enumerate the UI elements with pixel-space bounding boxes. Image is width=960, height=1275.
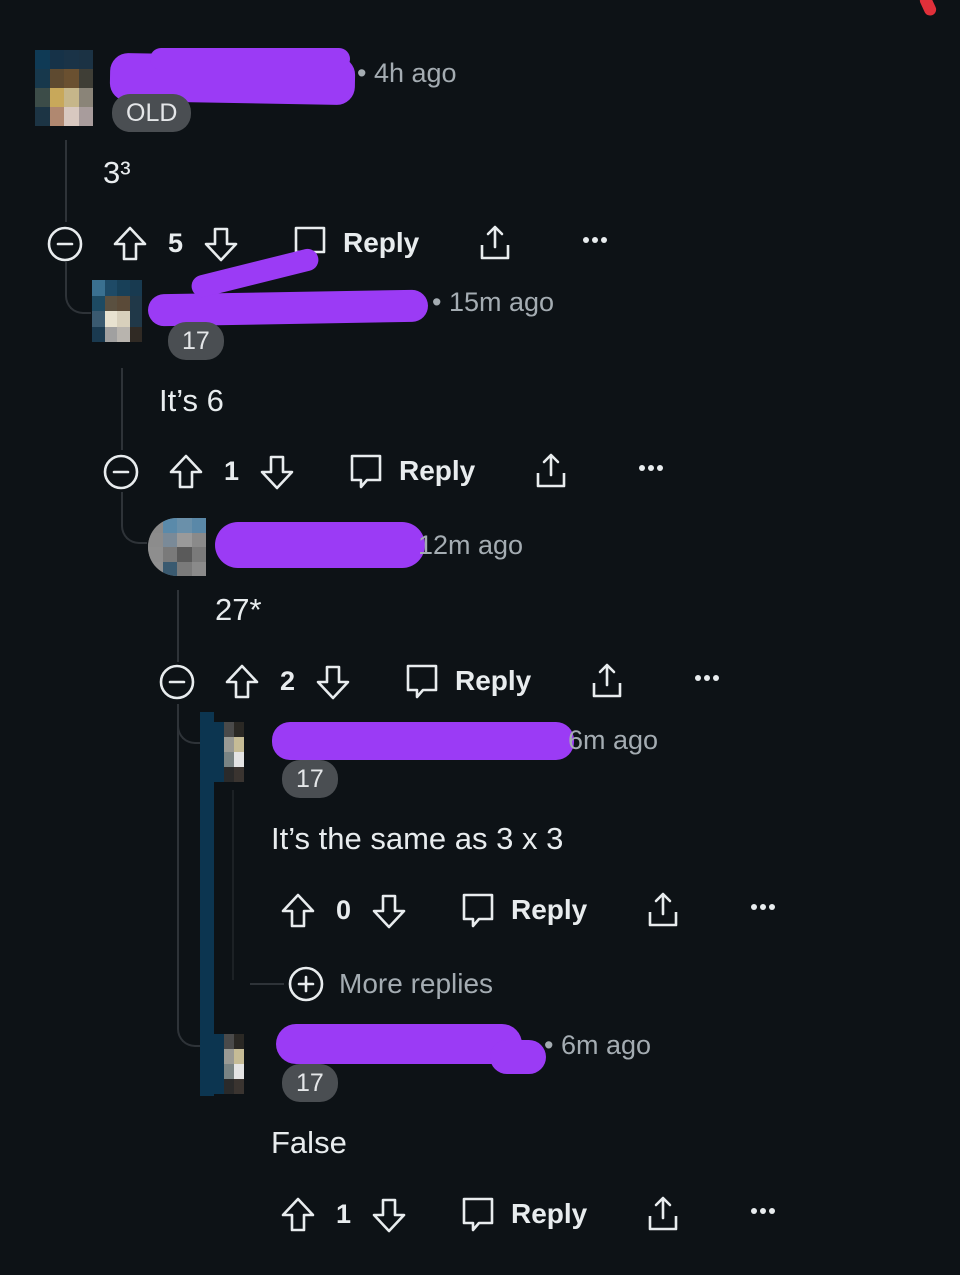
timestamp-c2: • 15m ago	[432, 287, 555, 317]
vote-score-c2: 1	[224, 456, 240, 486]
reply-icon[interactable]	[459, 1195, 497, 1235]
upvote-icon[interactable]	[224, 663, 260, 701]
downvote-icon[interactable]	[315, 663, 351, 701]
timestamp-c5: • 6m ago	[544, 1030, 652, 1060]
comment-body-c2: It’s 6	[159, 383, 224, 418]
timestamp-c4: 6m ago	[568, 725, 659, 755]
thread-line-c4	[232, 790, 234, 980]
redacted-username-c2	[147, 289, 429, 327]
avatar-c5[interactable]	[214, 1034, 254, 1094]
action-bar-c5: 1 Reply	[214, 1192, 794, 1236]
share-icon[interactable]	[644, 890, 682, 930]
vote-score-c3: 2	[280, 666, 296, 696]
thread-connector-c3	[121, 492, 147, 544]
action-bar-c4: 0 Reply	[214, 888, 794, 932]
downvote-icon[interactable]	[371, 892, 407, 930]
share-icon[interactable]	[532, 451, 570, 491]
reply-button-c3[interactable]: Reply	[455, 659, 531, 703]
upvote-icon[interactable]	[168, 453, 204, 491]
reply-icon[interactable]	[459, 891, 497, 931]
avatar-c4[interactable]	[214, 722, 254, 782]
more-options-icon[interactable]	[694, 673, 720, 683]
reply-button-c2[interactable]: Reply	[399, 449, 475, 493]
comment-body-c5: False	[271, 1125, 347, 1160]
avatar-c1[interactable]	[35, 50, 93, 126]
more-replies-button[interactable]: More replies	[287, 965, 493, 1003]
reply-button-c5[interactable]: Reply	[511, 1192, 587, 1236]
timestamp-c1: • 4h ago	[357, 58, 457, 88]
vote-score-c1: 5	[168, 228, 184, 258]
comment-body-c4: It’s the same as 3 x 3	[271, 821, 564, 856]
action-bar-c1: 5 Reply	[46, 221, 626, 265]
action-bar-c2: 1 Reply	[102, 449, 682, 493]
action-bar-c3: 2 Reply	[158, 659, 738, 703]
vote-score-c5: 1	[336, 1199, 352, 1229]
share-icon[interactable]	[644, 1194, 682, 1234]
expand-plus-icon	[287, 965, 325, 1003]
red-annotation-mark	[917, 0, 939, 18]
more-options-icon[interactable]	[750, 902, 776, 912]
downvote-icon[interactable]	[203, 225, 239, 263]
reply-icon[interactable]	[347, 452, 385, 492]
share-icon[interactable]	[588, 661, 626, 701]
reply-button-c1[interactable]: Reply	[343, 221, 419, 265]
user-flair-c1: OLD	[112, 94, 192, 132]
avatar-c2[interactable]	[92, 280, 142, 342]
redacted-username-c3	[215, 522, 425, 568]
comment-body-c1: 3³	[103, 155, 131, 190]
reply-icon[interactable]	[403, 662, 441, 702]
upvote-icon[interactable]	[280, 892, 316, 930]
collapse-icon[interactable]	[102, 453, 140, 491]
upvote-icon[interactable]	[112, 225, 148, 263]
redacted-username-c5	[276, 1024, 522, 1064]
thread-line-c1	[65, 140, 67, 222]
share-icon[interactable]	[476, 223, 514, 263]
reply-button-c4[interactable]: Reply	[511, 888, 587, 932]
new-comment-highlight-bar	[200, 712, 214, 1096]
more-options-icon[interactable]	[638, 463, 664, 473]
vote-score-c4: 0	[336, 895, 352, 925]
thread-line-c3-children	[177, 704, 179, 1024]
avatar-c3[interactable]	[148, 518, 206, 576]
more-replies-connector	[250, 983, 284, 985]
more-replies-label: More replies	[339, 968, 494, 999]
thread-line-c3	[177, 590, 179, 662]
comment-body-c3: 27*	[215, 592, 262, 627]
redacted-username-c4	[272, 722, 574, 760]
timestamp-c3: 12m ago	[418, 530, 524, 560]
downvote-icon[interactable]	[259, 453, 295, 491]
collapse-icon[interactable]	[158, 663, 196, 701]
user-flair-c4: 17	[282, 760, 338, 798]
user-flair-c5: 17	[282, 1064, 338, 1102]
user-flair-c2: 17	[168, 322, 224, 360]
thread-line-c2	[121, 368, 123, 450]
upvote-icon[interactable]	[280, 1196, 316, 1234]
collapse-icon[interactable]	[46, 225, 84, 263]
downvote-icon[interactable]	[371, 1196, 407, 1234]
more-options-icon[interactable]	[750, 1206, 776, 1216]
thread-connector-c2	[65, 262, 91, 314]
redacted-username-c1-stroke	[150, 48, 350, 70]
redacted-username-c5-tail	[490, 1040, 546, 1074]
more-options-icon[interactable]	[582, 235, 608, 245]
